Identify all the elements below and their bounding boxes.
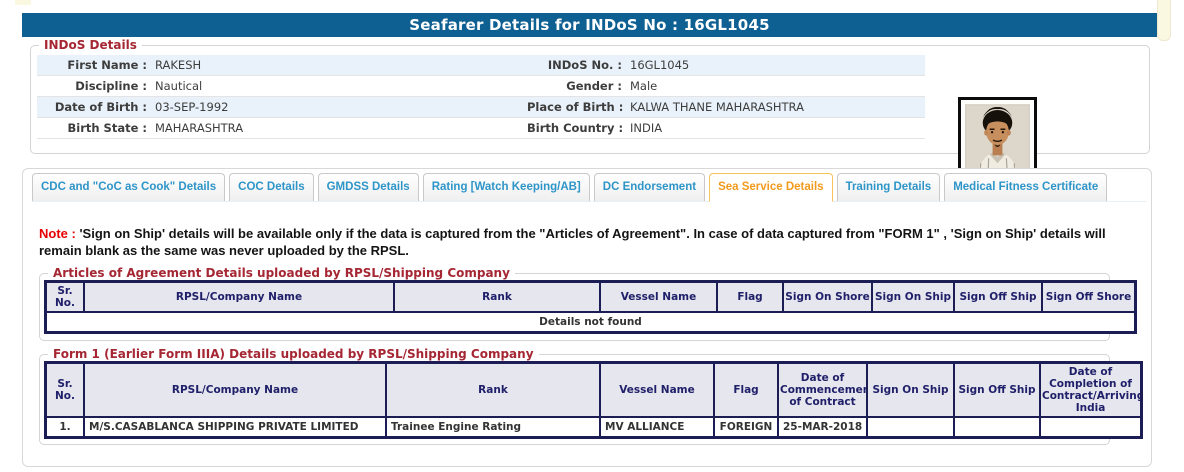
cell-sign-on-ship [867, 417, 954, 438]
sign-on-ship-note: Note : 'Sign on Ship' details will be av… [39, 226, 1135, 260]
form1-details-fieldset: Form 1 (Earlier Form IIIA) Details uploa… [39, 354, 1110, 445]
field-value: Nautical [147, 76, 527, 96]
tab-dc-endorsement[interactable]: DC Endorsement [594, 173, 705, 201]
field-label: INDoS No. : [527, 55, 622, 75]
field-value: RAKESH [147, 55, 527, 75]
column-header-rank: Rank [386, 363, 600, 418]
tab-rating-watch-keeping[interactable]: Rating [Watch Keeping/AB] [423, 173, 590, 201]
form1-details-legend: Form 1 (Earlier Form IIIA) Details uploa… [48, 347, 539, 361]
menu-fragment-right [1157, 0, 1171, 41]
column-header-date-of-commencement: Date of Commencement of Contract [778, 363, 867, 418]
table-row: 1. M/S.CASABLANCA SHIPPING PRIVATE LIMIT… [46, 417, 1142, 438]
indos-row: Date of Birth : 03-SEP-1992 Place of Bir… [37, 97, 925, 118]
column-header-rpsl-company: RPSL/Company Name [84, 363, 386, 418]
field-label: Place of Birth : [527, 97, 622, 117]
articles-of-agreement-table: Sr. No. RPSL/Company Name Rank Vessel Na… [44, 280, 1137, 334]
tab-medical-fitness-certificate[interactable]: Medical Fitness Certificate [944, 173, 1107, 201]
column-header-sign-on-ship: Sign On Ship [867, 363, 954, 418]
form1-details-table: Sr. No. RPSL/Company Name Rank Vessel Na… [44, 361, 1143, 439]
field-label: Birth State : [37, 118, 147, 138]
tab-cdc-coc-as-cook[interactable]: CDC and "CoC as Cook" Details [32, 173, 225, 201]
cell-sign-off-ship [954, 417, 1040, 438]
table-header-row: Sr. No. RPSL/Company Name Rank Vessel Na… [46, 363, 1142, 418]
cell-rank: Trainee Engine Rating [386, 417, 600, 438]
column-header-flag: Flag [714, 363, 778, 418]
indos-row: First Name : RAKESH INDoS No. : 16GL1045 [37, 55, 925, 76]
column-header-sign-off-shore: Sign Off Shore [1042, 282, 1136, 313]
field-value: KALWA THANE MAHARASHTRA [622, 97, 925, 117]
column-header-sign-off-ship: Sign Off Ship [954, 363, 1040, 418]
field-value: 03-SEP-1992 [147, 97, 527, 117]
field-label: Discipline : [37, 76, 147, 96]
field-label: Date of Birth : [37, 97, 147, 117]
column-header-sign-on-shore: Sign On Shore [783, 282, 872, 313]
tab-gmdss-details[interactable]: GMDSS Details [318, 173, 419, 201]
field-value: MAHARASHTRA [147, 118, 527, 138]
table-header-row: Sr. No. RPSL/Company Name Rank Vessel Na… [46, 282, 1136, 313]
field-label: Gender : [527, 76, 622, 96]
note-prefix: Note : [39, 226, 76, 241]
articles-of-agreement-fieldset: Articles of Agreement Details uploaded b… [39, 273, 1110, 341]
note-text: 'Sign on Ship' details will be available… [39, 226, 1106, 258]
indos-details-grid: First Name : RAKESH INDoS No. : 16GL1045… [37, 55, 925, 139]
column-header-date-of-completion: Date of Completion of Contract/Arriving … [1040, 363, 1142, 418]
cell-rpsl-company: M/S.CASABLANCA SHIPPING PRIVATE LIMITED [84, 417, 386, 438]
cell-sr-no: 1. [46, 417, 85, 438]
tab-training-details[interactable]: Training Details [837, 173, 941, 201]
column-header-sr-no: Sr. No. [46, 282, 85, 313]
tab-sea-service-details[interactable]: Sea Service Details [709, 173, 833, 202]
page-title: Seafarer Details for INDoS No : 16GL1045 [409, 16, 769, 34]
sea-service-tab-panel: CDC and "CoC as Cook" Details COC Detail… [22, 168, 1152, 467]
indos-details-fieldset: INDoS Details First Name : RAKESH INDoS … [30, 45, 1150, 154]
indos-row: Birth State : MAHARASHTRA Birth Country … [37, 118, 925, 139]
articles-of-agreement-legend: Articles of Agreement Details uploaded b… [48, 266, 515, 280]
column-header-sign-on-ship: Sign On Ship [872, 282, 954, 313]
column-header-flag: Flag [717, 282, 783, 313]
column-header-vessel-name: Vessel Name [600, 363, 714, 418]
field-value: INDIA [622, 118, 925, 138]
column-header-sr-no: Sr. No. [46, 363, 85, 418]
column-header-vessel-name: Vessel Name [600, 282, 717, 313]
field-value: 16GL1045 [622, 55, 925, 75]
column-header-sign-off-ship: Sign Off Ship [954, 282, 1042, 313]
column-header-rank: Rank [394, 282, 600, 313]
field-value: Male [622, 76, 925, 96]
cell-vessel-name: MV ALLIANCE [600, 417, 714, 438]
cell-date-of-commencement: 25-MAR-2018 [778, 417, 867, 438]
field-label: First Name : [37, 55, 147, 75]
indos-details-legend: INDoS Details [39, 38, 142, 52]
details-not-found-message: Details not found [46, 312, 1136, 333]
tab-coc-details[interactable]: COC Details [229, 173, 313, 201]
seafarer-details-page: Seafarer Details for INDoS No : 16GL1045… [0, 0, 1184, 472]
page-title-bar: Seafarer Details for INDoS No : 16GL1045 [22, 13, 1157, 37]
cell-date-of-completion [1040, 417, 1142, 438]
menu-fragment-left [15, 0, 31, 5]
column-header-rpsl-company: RPSL/Company Name [84, 282, 394, 313]
field-label: Birth Country : [527, 118, 622, 138]
indos-row: Discipline : Nautical Gender : Male [37, 76, 925, 97]
detail-tabs: CDC and "CoC as Cook" Details COC Detail… [32, 173, 1147, 202]
empty-result-row: Details not found [46, 312, 1136, 333]
cell-flag: FOREIGN [714, 417, 778, 438]
